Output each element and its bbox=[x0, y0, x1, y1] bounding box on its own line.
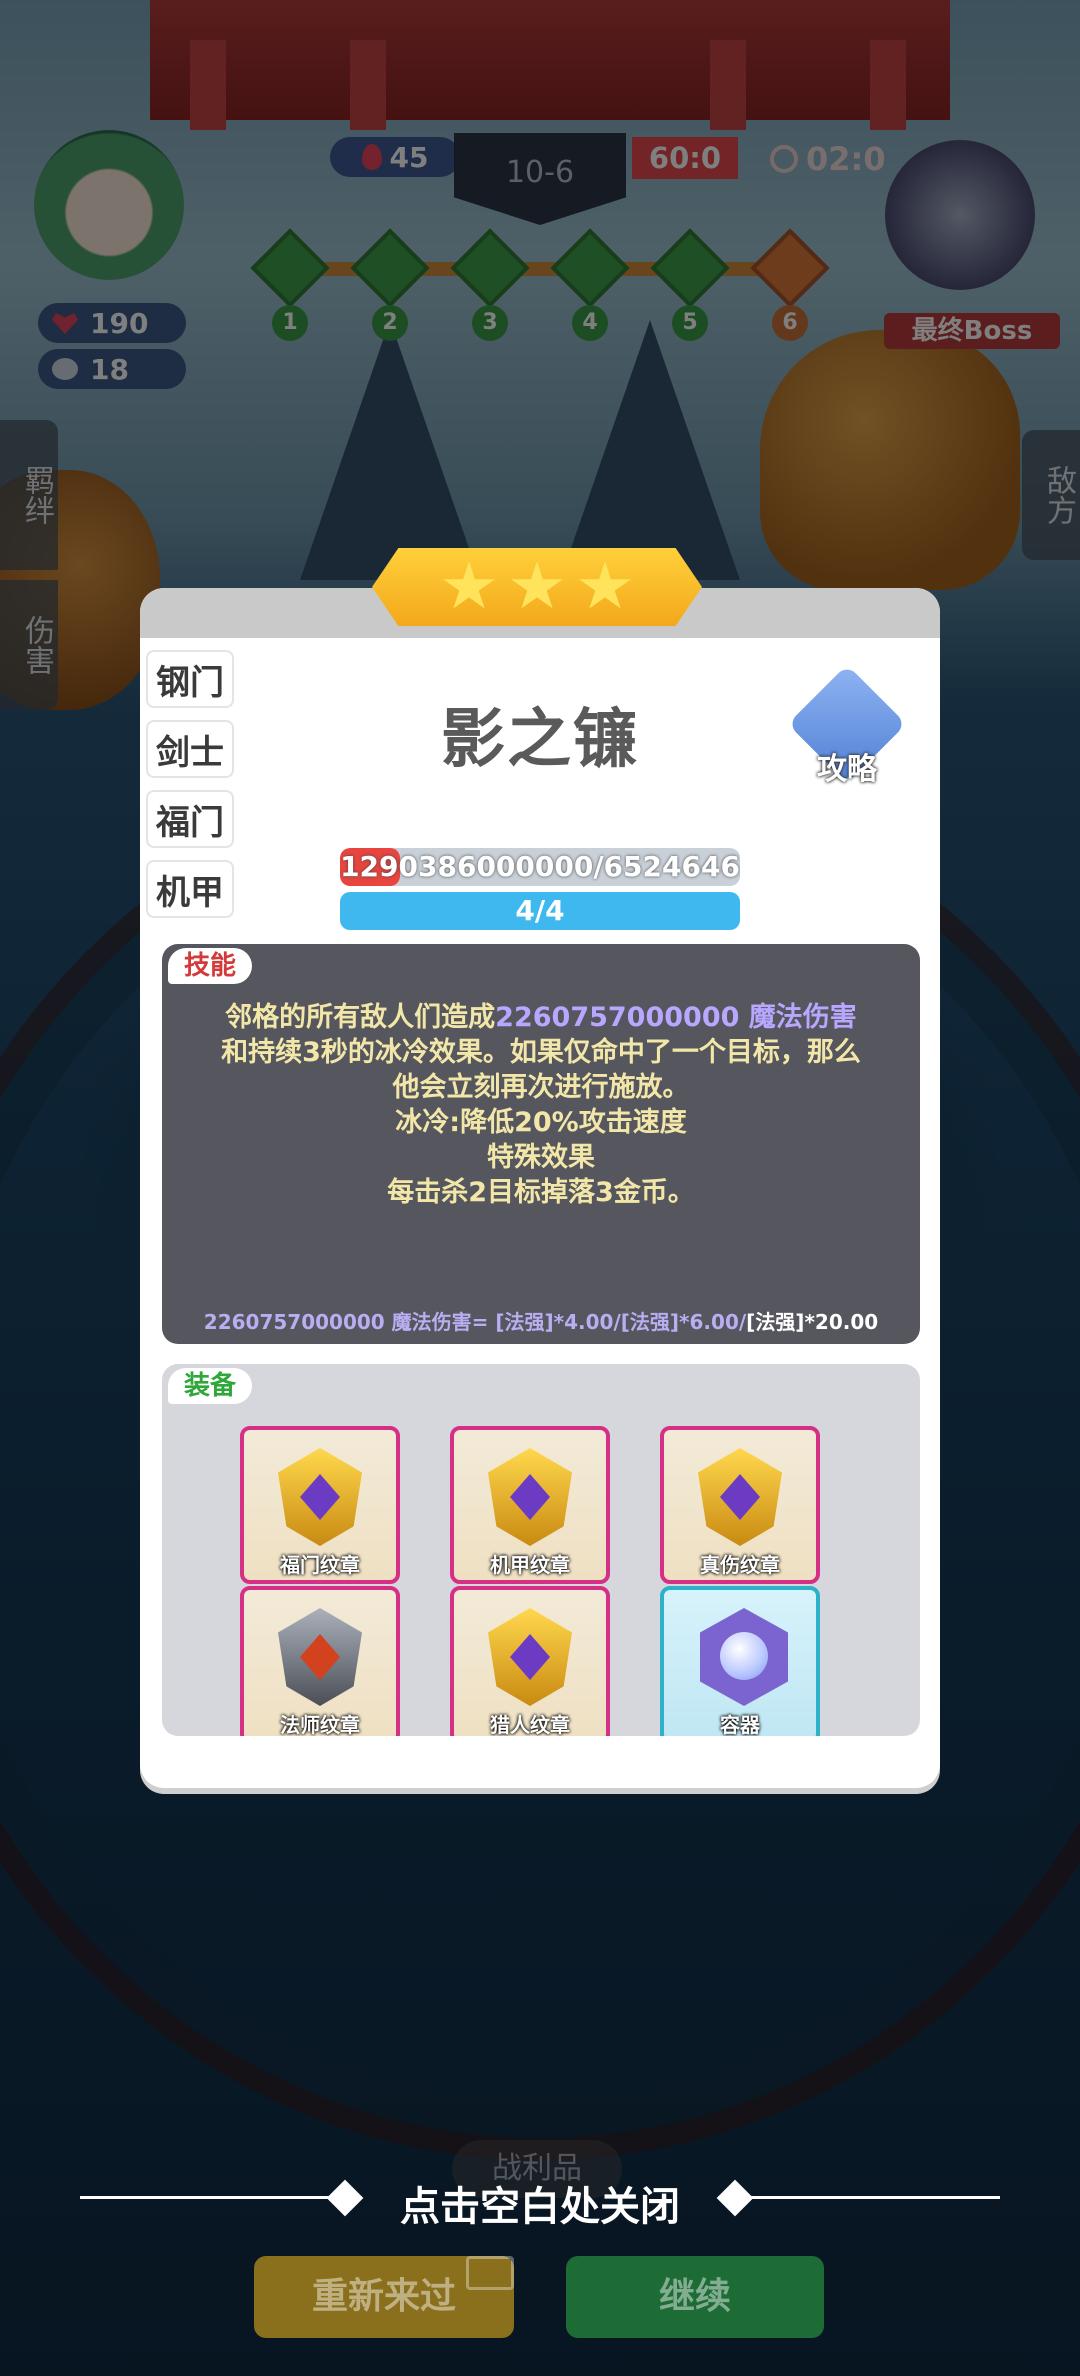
hp-bar: 1290386000000/6524646 bbox=[340, 848, 740, 886]
star-icon bbox=[579, 561, 631, 609]
class-tab[interactable]: 福门 bbox=[146, 790, 234, 848]
orb-icon bbox=[700, 1608, 788, 1706]
dark-emblem-icon bbox=[278, 1608, 362, 1706]
star-rating bbox=[372, 548, 702, 626]
skill-panel: 技能 邻格的所有敌人们造成2260757000000 魔法伤害 和持续3秒的冰冷… bbox=[162, 944, 920, 1344]
skill-tag: 技能 bbox=[168, 948, 253, 984]
guide-label: 攻略 bbox=[817, 752, 877, 787]
close-hint[interactable]: 点击空白处关闭 bbox=[0, 2168, 1080, 2230]
continue-button[interactable]: 继续 bbox=[566, 2256, 824, 2338]
guide-button[interactable]: 攻略 bbox=[787, 664, 907, 792]
gold-emblem-icon bbox=[698, 1448, 782, 1546]
star-icon bbox=[511, 561, 563, 609]
equipment-item[interactable]: 机甲纹章 bbox=[450, 1426, 610, 1584]
equipment-tag: 装备 bbox=[168, 1368, 253, 1404]
equipment-item[interactable]: 法师纹章 bbox=[240, 1586, 400, 1736]
skill-line: 和持续3秒的冰冷效果。如果仅命中了一个目标，那么 bbox=[221, 1037, 861, 1068]
gold-emblem-icon bbox=[488, 1448, 572, 1546]
damage-value: 2260757000000 魔法伤害 bbox=[495, 1002, 857, 1033]
gold-emblem-icon bbox=[488, 1608, 572, 1706]
hp-text: 1290386000000/6524646 bbox=[340, 850, 740, 883]
skill-line: 冰冷:降低20%攻击速度 bbox=[395, 1107, 687, 1138]
hero-detail-modal: 钢门 剑士 福门 机甲 影之镰 攻略 1290386000000/6524646… bbox=[140, 588, 940, 1788]
equipment-item[interactable]: 容器 bbox=[660, 1586, 820, 1736]
equipment-item[interactable]: 福门纹章 bbox=[240, 1426, 400, 1584]
skill-line: 他会立刻再次进行施放。 bbox=[392, 1072, 690, 1103]
skill-description: 邻格的所有敌人们造成2260757000000 魔法伤害 和持续3秒的冰冷效果。… bbox=[182, 1000, 900, 1210]
skill-line: 每击杀2目标掉落3金币。 bbox=[387, 1177, 695, 1208]
mana-bar: 4/4 bbox=[340, 892, 740, 930]
star-icon bbox=[443, 561, 495, 609]
equipment-grid: 福门纹章 机甲纹章 真伤纹章 法师纹章 猎人纹章 容器 bbox=[240, 1426, 840, 1736]
battle-scene[interactable]: 190 18 45 10-6 60:0 02:0 最终Boss 1 2 3 4 … bbox=[0, 0, 1080, 2376]
equipment-item[interactable]: 猎人纹章 bbox=[450, 1586, 610, 1736]
skill-line: 特殊效果 bbox=[487, 1142, 595, 1173]
divider bbox=[738, 2196, 1000, 2199]
class-tab[interactable]: 机甲 bbox=[146, 860, 234, 918]
skill-line: 邻格的所有敌人们造成2260757000000 魔法伤害 bbox=[225, 1002, 857, 1033]
equipment-item[interactable]: 真伤纹章 bbox=[660, 1426, 820, 1584]
equipment-panel: 装备 福门纹章 机甲纹章 真伤纹章 法师纹章 猎人纹章 容器 bbox=[162, 1364, 920, 1736]
skill-formula: 2260757000000 魔法伤害= [法强]*4.00/[法强]*6.00/… bbox=[203, 1310, 879, 1334]
gold-emblem-icon bbox=[278, 1448, 362, 1546]
video-icon bbox=[466, 2256, 514, 2290]
